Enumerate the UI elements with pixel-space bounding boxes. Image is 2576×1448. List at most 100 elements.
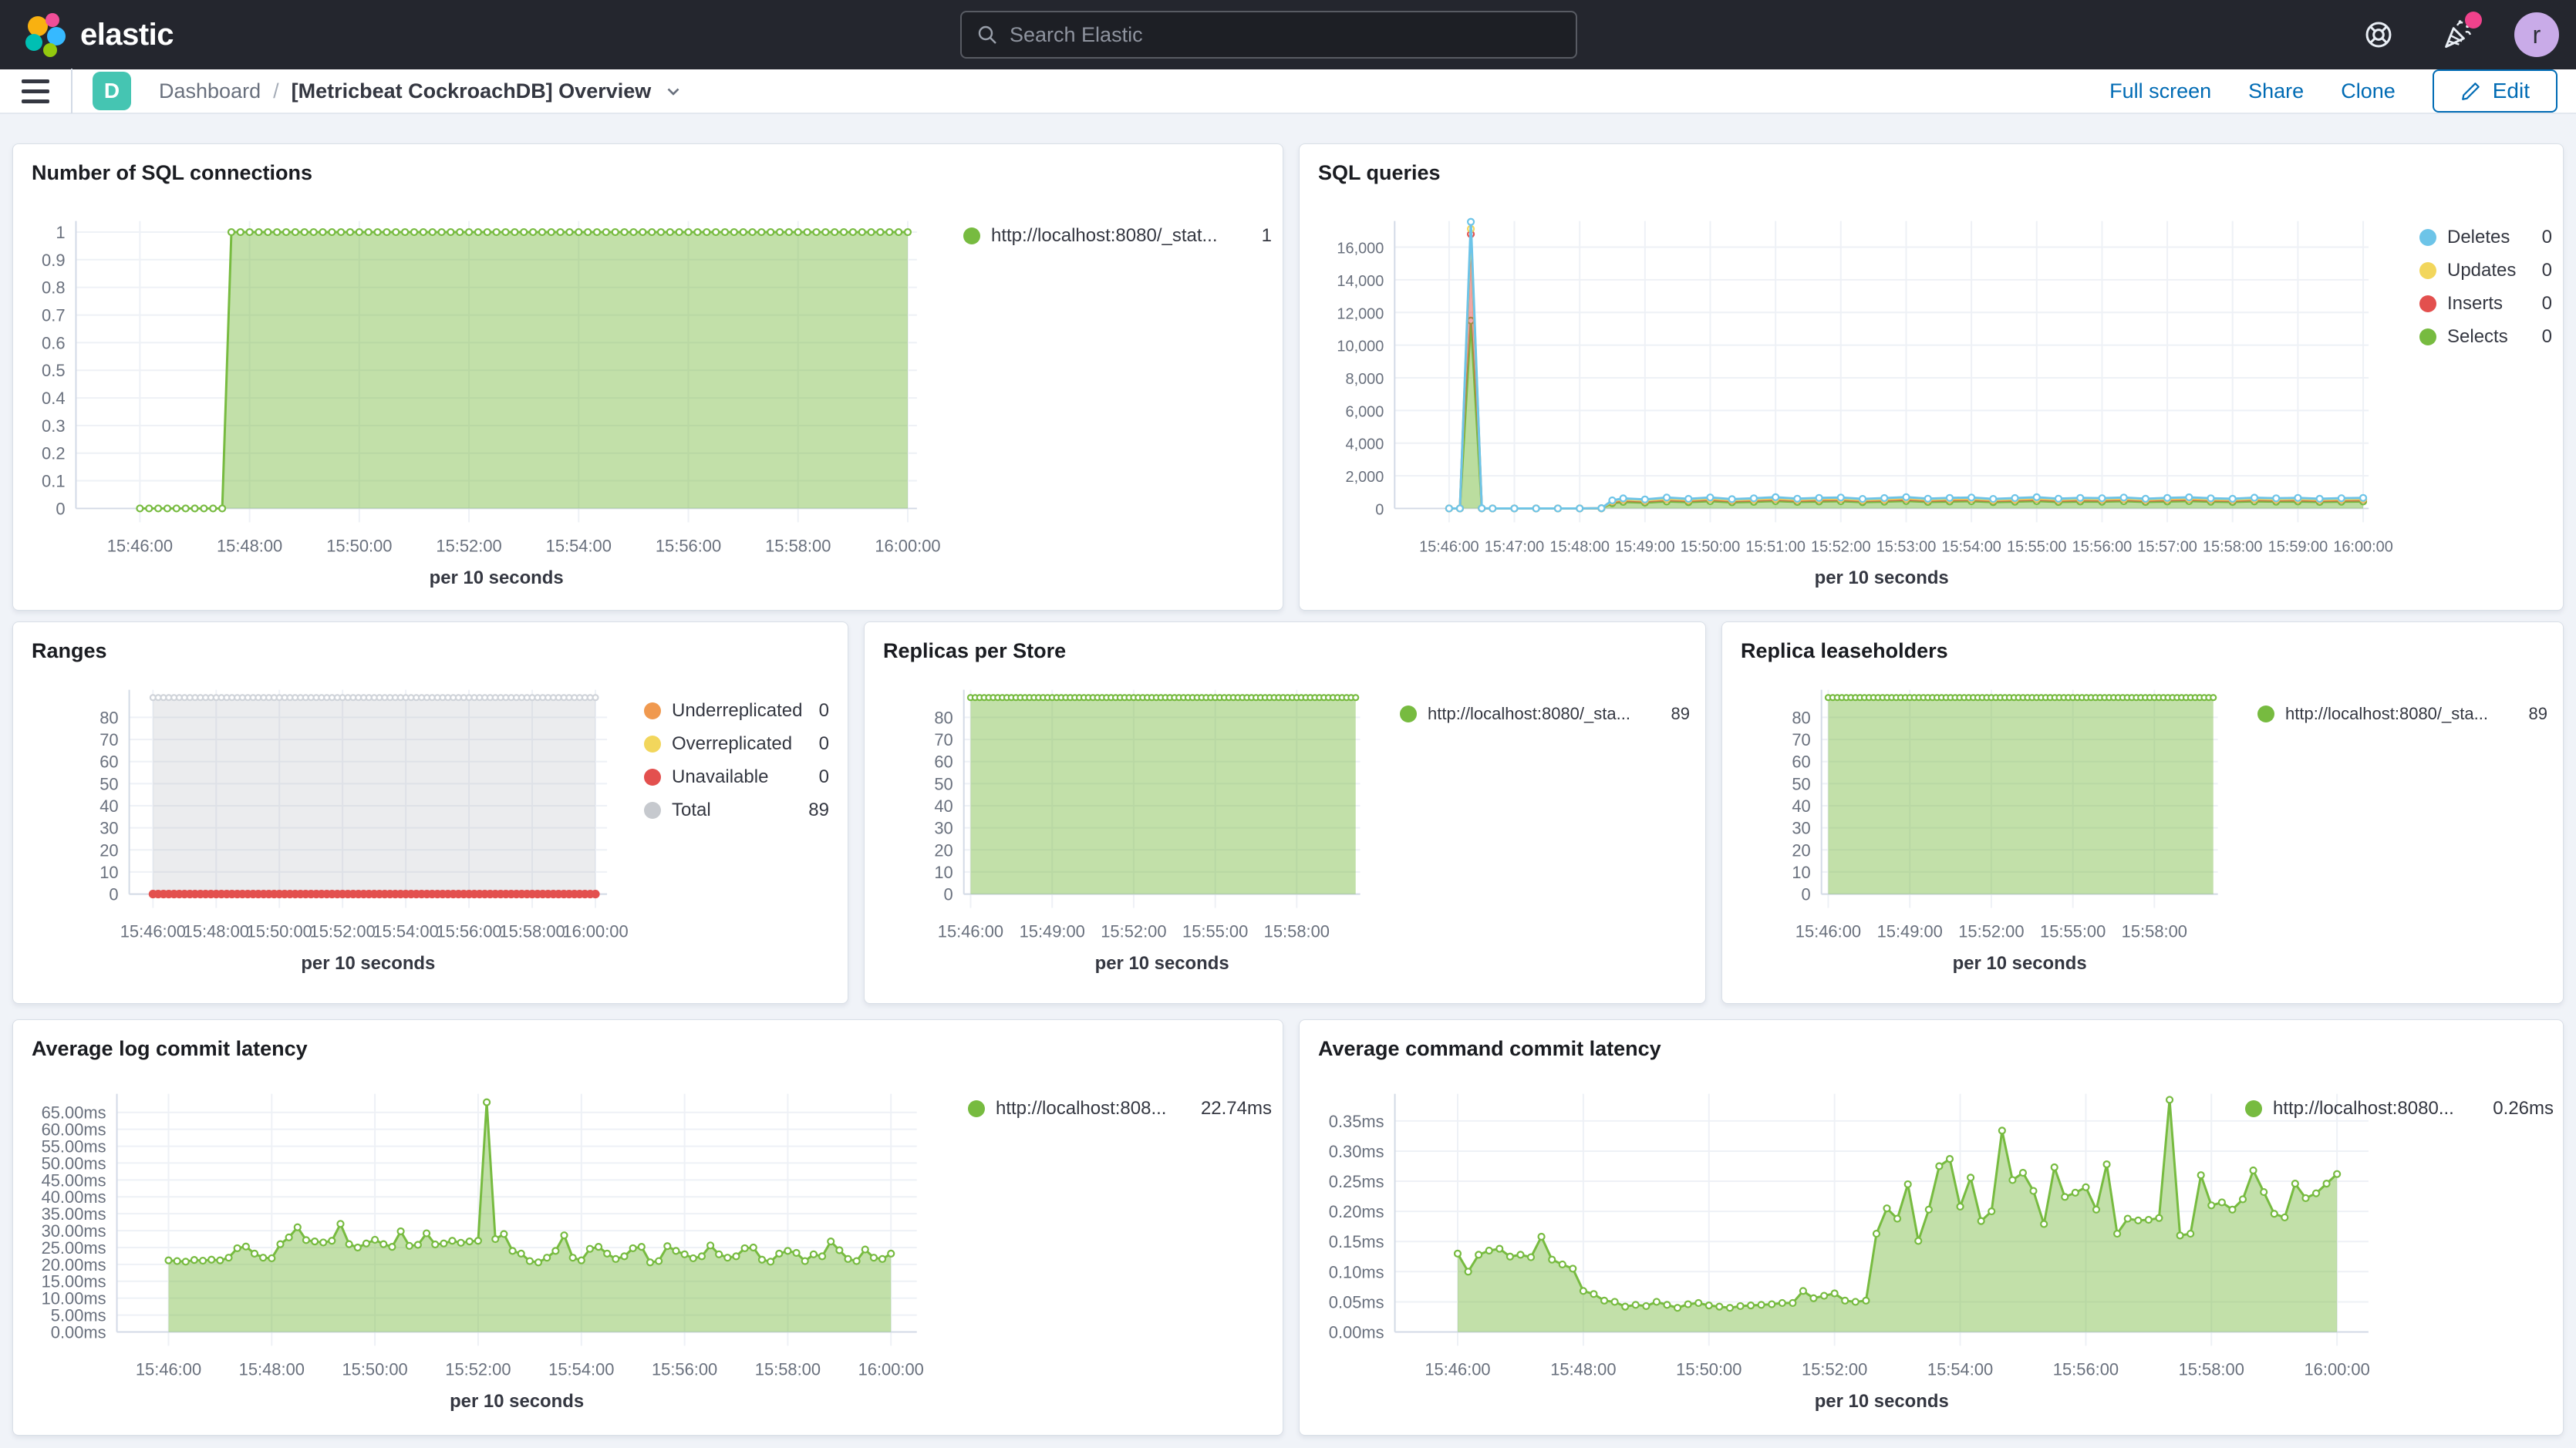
- svg-text:55.00ms: 55.00ms: [42, 1137, 106, 1157]
- svg-text:30: 30: [1792, 819, 1810, 838]
- breadcrumb: Dashboard / [Metricbeat CockroachDB] Ove…: [159, 79, 683, 103]
- svg-text:1: 1: [56, 223, 65, 242]
- legend-dot: [644, 769, 661, 786]
- replicas-per-store-chart[interactable]: 0102030405060708015:46:0015:49:0015:52:0…: [865, 622, 1705, 1003]
- svg-text:0.20ms: 0.20ms: [1329, 1202, 1384, 1221]
- legend-dot: [2419, 328, 2436, 345]
- svg-text:30.00ms: 30.00ms: [42, 1221, 106, 1241]
- command-commit-latency-chart[interactable]: 0.00ms0.05ms0.10ms0.15ms0.20ms0.25ms0.30…: [1300, 1020, 2563, 1435]
- svg-text:4,000: 4,000: [1345, 436, 1384, 453]
- user-avatar[interactable]: r: [2514, 12, 2559, 57]
- svg-text:15:46:00: 15:46:00: [107, 536, 173, 555]
- legend-item[interactable]: http://localhost:8080... 0.26ms: [2245, 1097, 2554, 1120]
- search-input[interactable]: [1010, 23, 1562, 47]
- svg-text:14,000: 14,000: [1337, 273, 1384, 290]
- dashboard-app-badge: D: [93, 72, 131, 110]
- svg-text:10: 10: [1792, 863, 1810, 882]
- svg-text:15:55:00: 15:55:00: [2040, 921, 2106, 941]
- legend-item[interactable]: http://localhost:8080/_sta... 89: [2257, 702, 2547, 726]
- legend-value: 0: [807, 766, 829, 788]
- full-screen-button[interactable]: Full screen: [2109, 79, 2211, 103]
- elastic-logo-icon: [22, 12, 66, 57]
- legend-dot: [644, 802, 661, 819]
- svg-text:25.00ms: 25.00ms: [42, 1238, 106, 1258]
- panel-ranges: Ranges 0102030405060708015:46:0015:48:00…: [12, 621, 848, 1004]
- svg-text:0.7: 0.7: [42, 306, 65, 325]
- svg-text:5.00ms: 5.00ms: [51, 1306, 106, 1325]
- hamburger-menu-button[interactable]: [0, 69, 72, 113]
- svg-text:15:55:00: 15:55:00: [1182, 921, 1248, 941]
- share-button[interactable]: Share: [2248, 79, 2304, 103]
- legend-item[interactable]: http://localhost:8080/_stat... 1: [963, 224, 1272, 248]
- legend-item[interactable]: Updates 0: [2419, 259, 2552, 282]
- svg-text:0.35ms: 0.35ms: [1329, 1112, 1384, 1131]
- edit-button[interactable]: Edit: [2433, 69, 2557, 113]
- svg-text:40: 40: [934, 796, 953, 816]
- legend-item[interactable]: Deletes 0: [2419, 226, 2552, 249]
- log-commit-latency-chart[interactable]: 0.00ms5.00ms10.00ms15.00ms20.00ms25.00ms…: [13, 1020, 1283, 1435]
- legend-item[interactable]: Underreplicated 0: [644, 699, 829, 722]
- legend-dot: [644, 702, 661, 719]
- svg-text:15:52:00: 15:52:00: [310, 921, 376, 941]
- svg-text:16,000: 16,000: [1337, 241, 1384, 258]
- sql-connections-chart[interactable]: 00.10.20.30.40.50.60.70.80.9115:46:0015:…: [13, 144, 1283, 610]
- pencil-icon: [2460, 80, 2482, 102]
- legend-item[interactable]: http://localhost:8080/_sta... 89: [1400, 702, 1690, 726]
- svg-text:0: 0: [109, 885, 118, 904]
- breadcrumb-bar: D Dashboard / [Metricbeat CockroachDB] O…: [0, 69, 2576, 114]
- svg-text:0.6: 0.6: [42, 333, 65, 352]
- legend-dot: [2257, 705, 2274, 722]
- legend-value: 0: [2530, 293, 2552, 315]
- svg-text:0.00ms: 0.00ms: [1329, 1322, 1384, 1342]
- svg-text:15:47:00: 15:47:00: [1485, 538, 1545, 555]
- svg-text:0.05ms: 0.05ms: [1329, 1292, 1384, 1312]
- legend-item[interactable]: http://localhost:808... 22.74ms: [968, 1097, 1272, 1120]
- svg-text:10.00ms: 10.00ms: [42, 1289, 106, 1308]
- help-button[interactable]: [2357, 13, 2400, 56]
- svg-text:0: 0: [944, 885, 953, 904]
- svg-text:0: 0: [56, 499, 65, 518]
- legend-value: 89: [1659, 704, 1690, 724]
- breadcrumb-dashboard-link[interactable]: Dashboard: [159, 79, 261, 103]
- svg-text:80: 80: [99, 708, 118, 727]
- legend-label: Inserts: [2447, 293, 2503, 315]
- svg-text:0.30ms: 0.30ms: [1329, 1142, 1384, 1161]
- legend-label: Unavailable: [672, 766, 768, 788]
- legend-item[interactable]: Overreplicated 0: [644, 732, 829, 756]
- chevron-down-icon[interactable]: [663, 81, 683, 101]
- svg-text:65.00ms: 65.00ms: [42, 1103, 106, 1123]
- svg-text:15:46:00: 15:46:00: [1425, 1359, 1490, 1379]
- svg-text:15:52:00: 15:52:00: [1811, 538, 1871, 555]
- legend-label: Selects: [2447, 326, 2508, 348]
- legend-dot: [968, 1100, 985, 1117]
- whats-new-button[interactable]: [2436, 13, 2479, 56]
- svg-text:15:52:00: 15:52:00: [445, 1359, 511, 1379]
- svg-text:15:49:00: 15:49:00: [1020, 921, 1085, 941]
- svg-text:15:51:00: 15:51:00: [1745, 538, 1806, 555]
- legend-item[interactable]: Total 89: [644, 799, 829, 822]
- legend-item[interactable]: Inserts 0: [2419, 292, 2552, 315]
- svg-text:40: 40: [1792, 796, 1810, 816]
- legend-dot: [1400, 705, 1417, 722]
- panel-log-commit-latency: Average log commit latency 0.00ms5.00ms1…: [12, 1019, 1283, 1436]
- legend-item[interactable]: Unavailable 0: [644, 766, 829, 789]
- clone-button[interactable]: Clone: [2341, 79, 2396, 103]
- svg-text:0.10ms: 0.10ms: [1329, 1262, 1384, 1281]
- legend-label: Total: [672, 800, 711, 821]
- logo-wordmark: elastic: [80, 18, 174, 52]
- legend-label: Overreplicated: [672, 733, 792, 755]
- svg-text:15:49:00: 15:49:00: [1877, 921, 1943, 941]
- legend-dot: [2245, 1100, 2262, 1117]
- svg-text:15:56:00: 15:56:00: [656, 536, 721, 555]
- svg-text:30: 30: [934, 819, 953, 838]
- sql-queries-chart[interactable]: 02,0004,0006,0008,00010,00012,00014,0001…: [1300, 144, 2563, 610]
- global-search[interactable]: [960, 11, 1577, 59]
- svg-text:15:56:00: 15:56:00: [2072, 538, 2133, 555]
- elastic-logo[interactable]: elastic: [0, 12, 174, 57]
- svg-text:50: 50: [1792, 774, 1810, 793]
- svg-text:40.00ms: 40.00ms: [42, 1187, 106, 1207]
- replica-leaseholders-chart[interactable]: 0102030405060708015:46:0015:49:0015:52:0…: [1722, 622, 2563, 1003]
- svg-text:0.15ms: 0.15ms: [1329, 1232, 1384, 1251]
- legend-item[interactable]: Selects 0: [2419, 325, 2552, 349]
- legend-dot: [2419, 229, 2436, 246]
